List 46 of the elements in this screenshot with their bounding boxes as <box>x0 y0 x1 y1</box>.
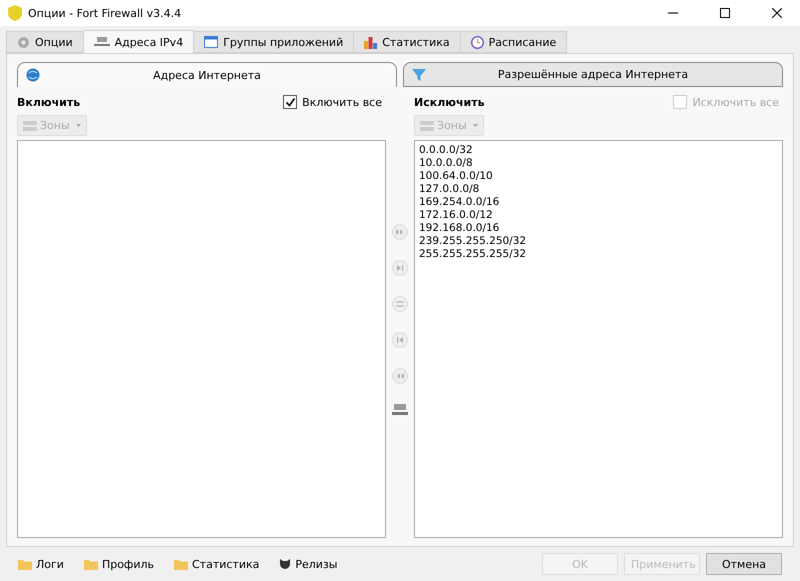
address-item[interactable]: 127.0.0.0/8 <box>419 183 778 196</box>
folder-icon <box>84 558 98 570</box>
tab[interactable]: Расписание <box>460 31 568 53</box>
address-item[interactable]: 192.168.0.0/16 <box>419 222 778 235</box>
footer-link[interactable]: Релизы <box>279 558 338 570</box>
cat-icon <box>279 558 292 570</box>
window-icon <box>204 36 218 48</box>
gear-icon <box>17 36 30 48</box>
address-item[interactable]: 100.64.0.0/10 <box>419 170 778 183</box>
tab[interactable]: Разрешённые адреса Интернета <box>403 62 783 87</box>
window-title: Опции - Fort Firewall v3.4.4 <box>28 6 182 20</box>
clock-icon <box>470 36 484 48</box>
bar-chart-icon <box>364 36 378 48</box>
section-heading: Включить <box>17 96 80 108</box>
address-item[interactable]: 239.255.255.250/32 <box>419 235 778 248</box>
filter-icon <box>412 68 426 82</box>
caret-icon <box>76 124 81 127</box>
tab[interactable]: Опции <box>6 31 84 53</box>
address-item[interactable]: 255.255.255.255/32 <box>419 248 778 261</box>
tab[interactable]: Статистика <box>353 31 461 53</box>
address-item[interactable]: 172.16.0.0/12 <box>419 209 778 222</box>
network-icon <box>94 37 110 47</box>
folder-icon <box>174 558 188 570</box>
tab[interactable]: Адреса Интернета <box>17 62 397 87</box>
checkmark-icon <box>284 96 296 108</box>
address-item[interactable]: 169.254.0.0/16 <box>419 196 778 209</box>
zones-icon <box>420 120 434 130</box>
dialog-button[interactable]: Отмена <box>706 553 782 575</box>
tab[interactable]: Группы приложений <box>193 31 354 53</box>
address-item[interactable]: 0.0.0.0/32 <box>419 144 778 157</box>
address-list[interactable]: 0.0.0.0/32 10.0.0.0/8 100.64.0.0/10 127.0.0.0/8 169.254.0.0/16 172.16.0.0/12 192.168.0.0/16 239.255.255.250/32 255.255.255.255/32 <box>414 140 783 538</box>
section-heading: Исключить <box>414 96 485 108</box>
shield-icon <box>8 5 22 21</box>
include-all-checkbox[interactable]: Включить все <box>283 95 382 109</box>
footer-link[interactable]: Статистика <box>174 558 260 570</box>
maximize-icon <box>720 8 730 18</box>
footer-link[interactable]: Профиль <box>84 558 154 570</box>
tab[interactable]: Адреса IPv4 <box>82 30 194 53</box>
network-icon[interactable] <box>392 404 408 416</box>
caret-icon <box>473 124 478 127</box>
address-list[interactable] <box>17 140 386 538</box>
folder-icon <box>18 558 32 570</box>
zones-icon <box>23 120 37 130</box>
address-item[interactable]: 10.0.0.0/8 <box>419 157 778 170</box>
close-icon <box>772 8 782 18</box>
footer-link[interactable]: Логи <box>18 558 64 570</box>
